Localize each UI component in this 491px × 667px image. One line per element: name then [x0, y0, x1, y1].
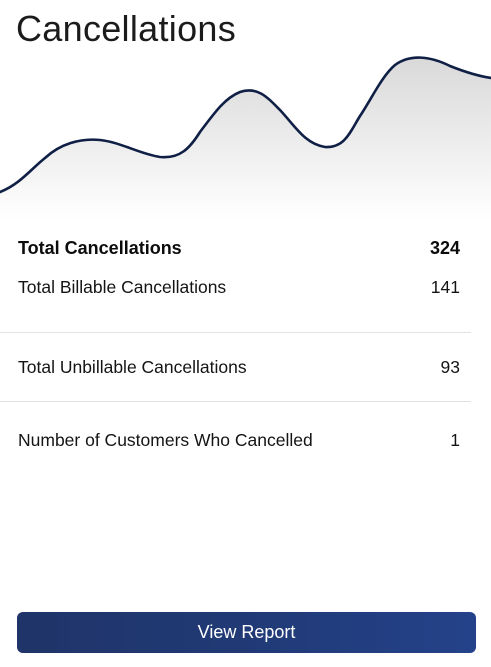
billable-cancellations-row: Total Billable Cancellations 141: [0, 270, 491, 304]
billable-cancellations-label: Total Billable Cancellations: [18, 276, 227, 297]
view-report-button[interactable]: View Report: [17, 612, 476, 653]
customers-cancelled-label: Number of Customers Who Cancelled: [18, 429, 313, 450]
sparkline-area: [0, 57, 491, 220]
customers-cancelled-value: 1: [450, 429, 460, 450]
billable-cancellations-value: 141: [430, 276, 460, 297]
unbillable-cancellations-row: Total Unbillable Cancellations 93: [0, 333, 491, 401]
unbillable-cancellations-label: Total Unbillable Cancellations: [18, 356, 247, 377]
unbillable-cancellations-value: 93: [440, 356, 460, 377]
total-cancellations-row: Total Cancellations 324: [0, 226, 491, 270]
total-cancellations-label: Total Cancellations: [18, 237, 182, 258]
trend-sparkline: [0, 56, 491, 220]
customers-cancelled-row: Number of Customers Who Cancelled 1: [0, 402, 491, 478]
total-cancellations-value: 324: [429, 237, 460, 258]
stats-list: Total Cancellations 324 Total Billable C…: [0, 226, 491, 478]
